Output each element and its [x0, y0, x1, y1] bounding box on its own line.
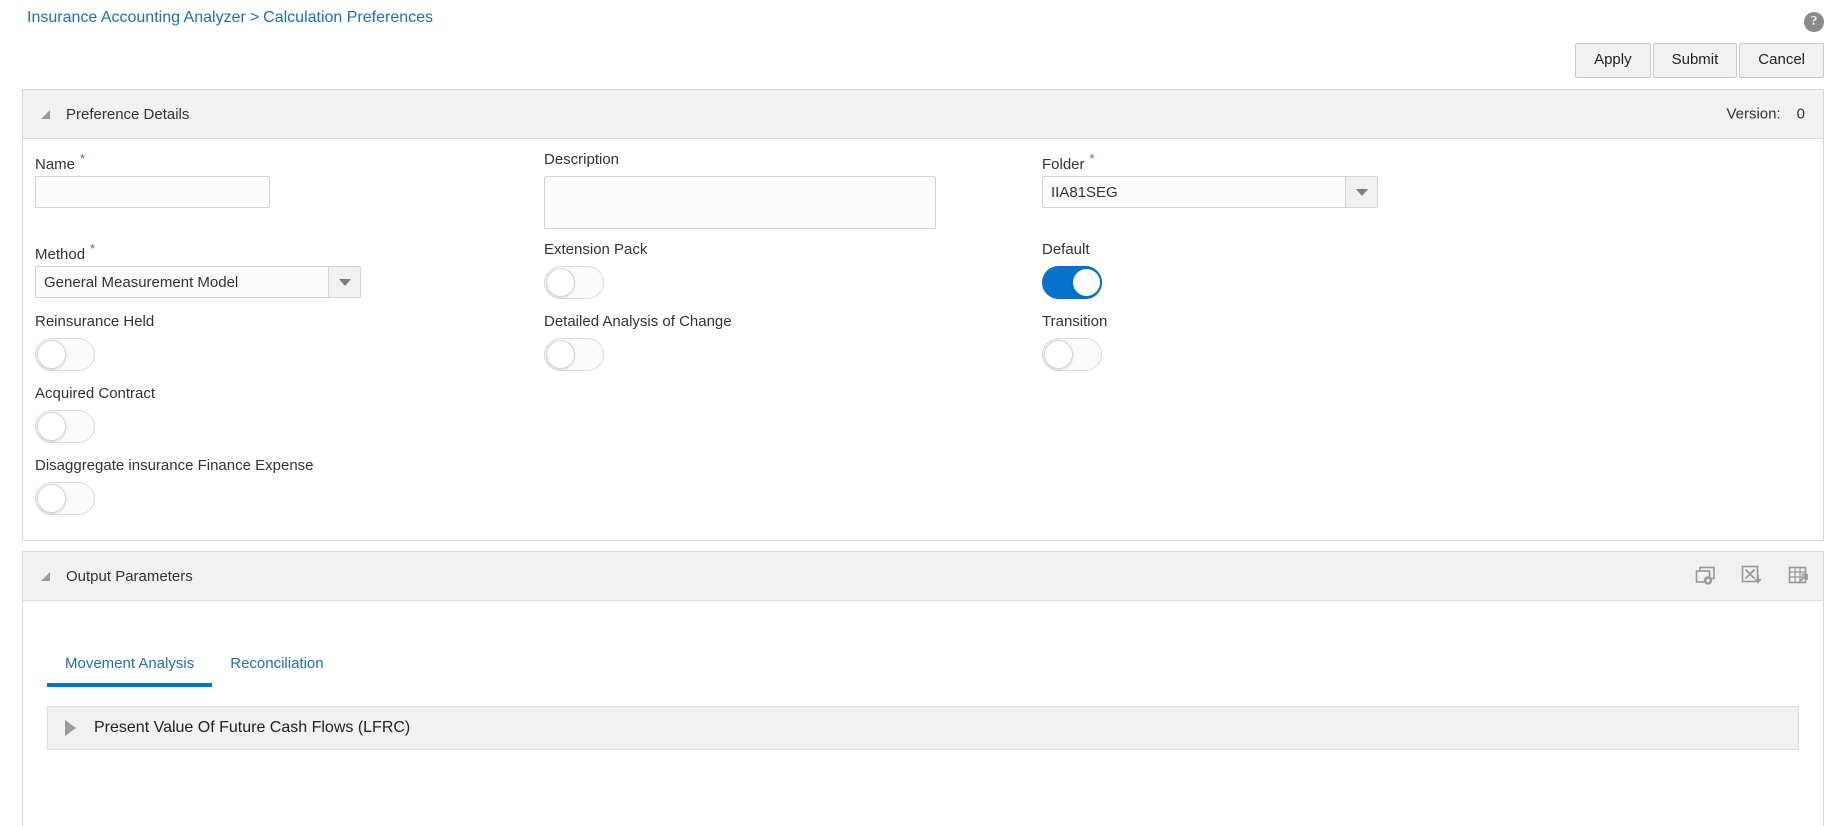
- name-input[interactable]: [35, 176, 270, 208]
- description-label: Description: [544, 151, 620, 168]
- detach-settings-icon[interactable]: [1695, 565, 1717, 587]
- toggle-knob: [546, 340, 575, 369]
- output-parameters-header[interactable]: Output Parameters: [23, 552, 1823, 601]
- preference-details-body: Name* Description Folder* Method*: [23, 139, 1823, 540]
- breadcrumb: Insurance Accounting Analyzer > Calculatio…: [27, 9, 433, 27]
- calculation-preferences-page: Insurance Accounting Analyzer > Calculatio…: [0, 0, 1846, 826]
- chevron-down-icon: [1355, 188, 1368, 196]
- reinsurance-held-label: Reinsurance Held: [35, 313, 155, 330]
- export-to-excel-icon[interactable]: [1741, 565, 1763, 587]
- output-parameters-toolbar: [1695, 565, 1809, 587]
- version-display: Version: 0: [1726, 106, 1805, 123]
- detailed-analysis-of-change-label: Detailed Analysis of Change: [544, 313, 732, 330]
- tab-reconciliation[interactable]: Reconciliation: [212, 647, 341, 687]
- description-textarea[interactable]: [544, 176, 936, 229]
- method-dropdown-button[interactable]: [328, 266, 361, 298]
- name-label: Name *: [35, 151, 86, 173]
- collapse-triangle-icon[interactable]: [41, 109, 50, 119]
- output-parameters-panel: Output Parameters Movement Analysis Reco…: [22, 551, 1824, 826]
- preference-details-title: Preference Details: [66, 105, 190, 123]
- toggle-knob: [37, 340, 66, 369]
- method-input[interactable]: [35, 266, 328, 298]
- detailed-analysis-of-change-toggle[interactable]: [544, 338, 604, 371]
- folder-dropdown-button[interactable]: [1345, 176, 1378, 208]
- method-required-marker: *: [90, 241, 96, 256]
- breadcrumb-separator: >: [249, 9, 260, 26]
- acquired-contract-label: Acquired Contract: [35, 385, 156, 402]
- output-parameters-body: Movement Analysis Reconciliation Present…: [23, 601, 1823, 826]
- default-toggle[interactable]: [1042, 266, 1102, 299]
- breadcrumb-current[interactable]: Calculation Preferences: [263, 9, 433, 26]
- output-parameters-title: Output Parameters: [66, 567, 193, 585]
- toggle-knob: [1072, 268, 1101, 297]
- collapse-triangle-icon[interactable]: [41, 571, 50, 581]
- name-required-marker: *: [80, 151, 86, 166]
- expand-triangle-icon[interactable]: [65, 720, 76, 736]
- accordion-row-label: Present Value Of Future Cash Flows (LFRC…: [94, 719, 411, 736]
- apply-button[interactable]: Apply: [1575, 43, 1651, 78]
- toggle-knob: [546, 268, 575, 297]
- method-combo: [35, 266, 361, 298]
- transition-label: Transition: [1042, 313, 1108, 330]
- detach-table-icon[interactable]: [1787, 565, 1809, 587]
- accordion-row-present-value-of-future-cash-flows[interactable]: Present Value Of Future Cash Flows (LFRC…: [47, 706, 1799, 750]
- disaggregate-insurance-finance-expense-toggle[interactable]: [35, 482, 95, 515]
- acquired-contract-toggle[interactable]: [35, 410, 95, 443]
- folder-label: Folder *: [1042, 151, 1095, 173]
- preference-details-panel: Preference Details Version: 0 Name * Desc…: [22, 89, 1824, 541]
- toggle-knob: [37, 412, 66, 441]
- toggle-knob: [37, 484, 66, 513]
- version-value: 0: [1796, 105, 1805, 123]
- chevron-down-icon: [338, 278, 351, 286]
- tab-movement-analysis[interactable]: Movement Analysis: [47, 647, 213, 687]
- help-icon[interactable]: ?: [1804, 12, 1824, 32]
- preference-details-header[interactable]: Preference Details Version: 0: [23, 90, 1823, 139]
- submit-button[interactable]: Submit: [1652, 43, 1738, 78]
- disaggregate-insurance-finance-expense-label: Disaggregate insurance Finance Expense: [35, 457, 314, 474]
- folder-required-marker: *: [1089, 151, 1095, 166]
- page-actions: Apply Submit Cancel: [1575, 43, 1824, 78]
- toggle-knob: [1044, 340, 1073, 369]
- reinsurance-held-toggle[interactable]: [35, 338, 95, 371]
- extension-pack-toggle[interactable]: [544, 266, 604, 299]
- folder-combo: [1042, 176, 1378, 208]
- method-label: Method *: [35, 241, 96, 263]
- folder-input[interactable]: [1042, 176, 1345, 208]
- default-label: Default: [1042, 241, 1090, 258]
- transition-toggle[interactable]: [1042, 338, 1102, 371]
- version-label: Version:: [1726, 105, 1781, 123]
- cancel-button[interactable]: Cancel: [1739, 43, 1824, 78]
- output-parameters-tabs: Movement Analysis Reconciliation: [47, 647, 342, 687]
- breadcrumb-root-link[interactable]: Insurance Accounting Analyzer: [27, 9, 246, 26]
- extension-pack-label: Extension Pack: [544, 241, 648, 258]
